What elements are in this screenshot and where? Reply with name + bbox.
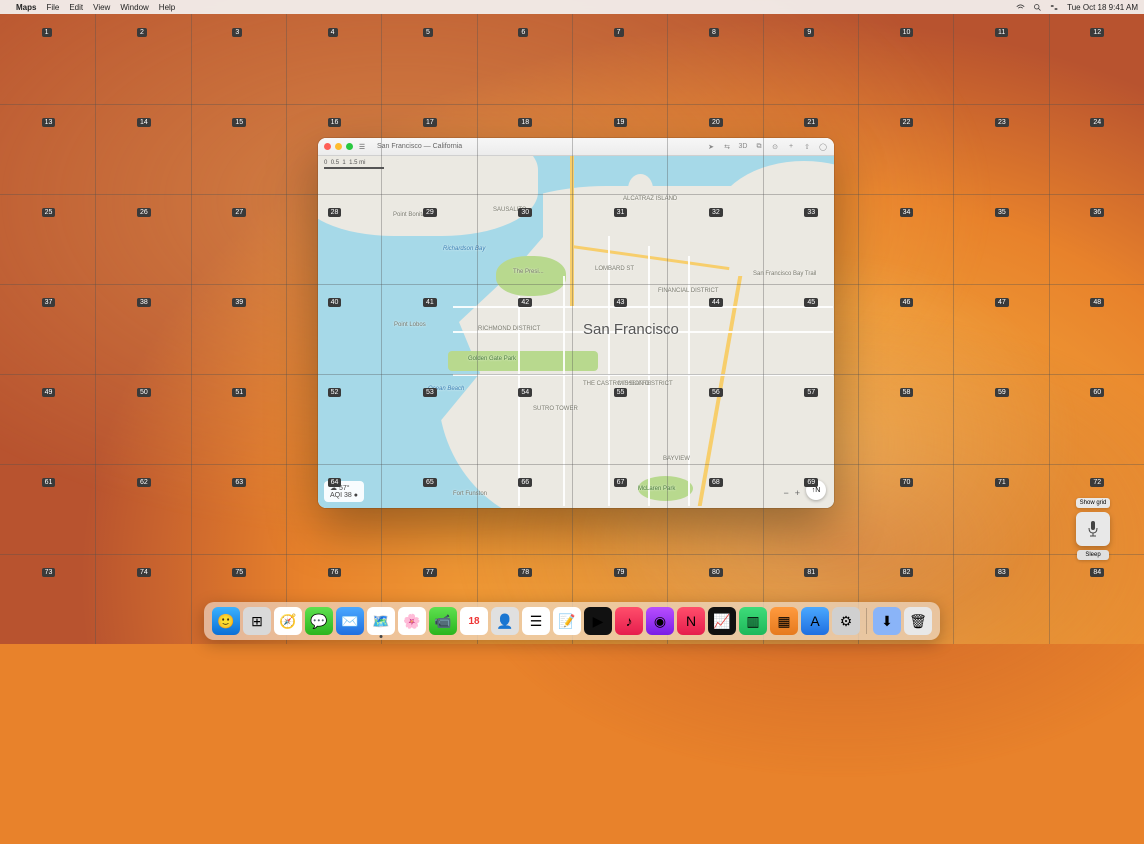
share-icon[interactable]: ⇧ [802,142,812,152]
voice-mic-button[interactable] [1076,512,1110,546]
label-sausalito: SAUSALITO [493,207,527,213]
zoom-out-button[interactable]: − [783,488,788,498]
dock-keynote[interactable]: ▦ [770,607,798,635]
add-icon[interactable]: + [786,142,796,152]
minimize-button[interactable] [335,143,342,150]
label-richardson-bay: Richardson Bay [443,246,485,252]
account-icon[interactable]: ◯ [818,142,828,152]
dock-launchpad[interactable]: ⊞ [243,607,271,635]
menubar-clock[interactable]: Tue Oct 18 9:41 AM [1067,3,1138,12]
voice-control-panel: Show grid Sleep [1072,498,1114,560]
label-presidio: The Presi... [513,269,544,275]
menu-help[interactable]: Help [159,3,175,12]
map-canvas[interactable]: San Francisco Point Bonita Richardson Ba… [318,156,834,508]
city-label: San Francisco [583,321,679,338]
window-title: San Francisco — California [377,143,462,150]
close-button[interactable] [324,143,331,150]
label-ocean-beach: Ocean Beach [428,386,464,392]
label-mclaren: McLaren Park [638,486,675,492]
spotlight-icon[interactable] [1033,3,1042,12]
menu-edit[interactable]: Edit [69,3,83,12]
dock-finder[interactable]: 🙂 [212,607,240,635]
dock-podcasts[interactable]: ◉ [646,607,674,635]
maps-window: ☰ San Francisco — California ➤ ⇆ 3D ⧉ ⊙ … [318,138,834,508]
sidebar-toggle-icon[interactable]: ☰ [357,142,367,152]
directions-icon[interactable]: ⇆ [722,142,732,152]
label-richmond: RICHMOND DISTRICT [478,326,540,332]
label-mission: MISSION DISTRICT [618,381,673,387]
menu-app[interactable]: Maps [16,3,36,12]
dock: 🙂⊞🧭💬✉️🗺️🌸📹18👤☰📝▶︎♪◉N📈▥▦A⚙︎ ⬇︎🗑 [204,602,940,640]
dock-music[interactable]: ♪ [615,607,643,635]
scale-bar: 0 0.5 1 1.5 mi [324,160,384,169]
dock-calendar[interactable]: 18 [460,607,488,635]
voice-tooltip: Show grid [1076,498,1111,508]
dock-separator [866,608,867,634]
maps-toolbar: ☰ San Francisco — California ➤ ⇆ 3D ⧉ ⊙ … [318,138,834,156]
label-sf-bay-trail: San Francisco Bay Trail [753,271,816,277]
menu-view[interactable]: View [93,3,110,12]
zoom-button[interactable] [346,143,353,150]
label-financial: FINANCIAL DISTRICT [658,288,718,294]
label-point-bonita: Point Bonita [393,212,425,218]
label-point-lobos: Point Lobos [394,322,426,328]
control-center-icon[interactable] [1050,3,1059,12]
compass-button[interactable]: ↑N [806,480,826,500]
label-alcatraz: ALCATRAZ ISLAND [623,196,677,202]
view-mode-icon[interactable]: ⊙ [770,142,780,152]
layers-icon[interactable]: ⧉ [754,142,764,152]
window-controls [324,143,353,150]
menu-file[interactable]: File [46,3,59,12]
three-d-icon[interactable]: 3D [738,142,748,152]
dock-downloads[interactable]: ⬇︎ [873,607,901,635]
road-network [318,156,834,508]
dock-reminders[interactable]: ☰ [522,607,550,635]
voice-sleep-button[interactable]: Sleep [1077,550,1108,560]
zoom-in-button[interactable]: + [795,488,800,498]
wifi-icon[interactable] [1016,3,1025,12]
menubar: Maps File Edit View Window Help Tue Oct … [0,0,1144,14]
zoom-controls: − + [783,488,800,498]
dock-notes[interactable]: 📝 [553,607,581,635]
dock-facetime[interactable]: 📹 [429,607,457,635]
label-bayview: BAYVIEW [663,456,690,462]
dock-contacts[interactable]: 👤 [491,607,519,635]
dock-trash[interactable]: 🗑 [904,607,932,635]
dock-news[interactable]: N [677,607,705,635]
mic-icon [1086,520,1100,538]
dock-appstore[interactable]: A [801,607,829,635]
dock-photos[interactable]: 🌸 [398,607,426,635]
dock-tv[interactable]: ▶︎ [584,607,612,635]
label-fort-funston: Fort Funston [453,491,487,497]
dock-settings[interactable]: ⚙︎ [832,607,860,635]
dock-safari[interactable]: 🧭 [274,607,302,635]
weather-badge[interactable]: ☁︎ 57° AQI 38 ● [324,481,364,502]
dock-mail[interactable]: ✉️ [336,607,364,635]
dock-stocks[interactable]: 📈 [708,607,736,635]
label-lombard: LOMBARD ST [595,266,634,272]
label-sutro: SUTRO TOWER [533,406,578,412]
dock-numbers[interactable]: ▥ [739,607,767,635]
menu-window[interactable]: Window [120,3,148,12]
dock-maps[interactable]: 🗺️ [367,607,395,635]
location-icon[interactable]: ➤ [706,142,716,152]
label-ggpark: Golden Gate Park [468,356,516,362]
dock-messages[interactable]: 💬 [305,607,333,635]
